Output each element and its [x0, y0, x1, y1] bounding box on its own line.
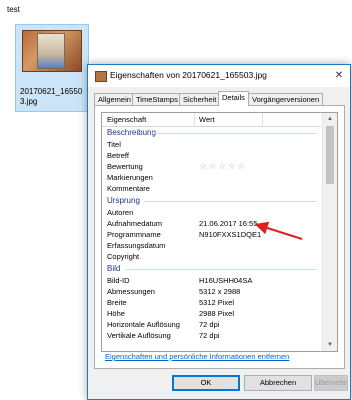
close-icon: ✕	[334, 70, 344, 81]
row-bewertung[interactable]: Bewertung ☆☆☆☆☆	[102, 161, 321, 172]
row-bild-id[interactable]: Bild-ID H16USHH04SA	[102, 275, 321, 286]
dialog-titlebar[interactable]: Eigenschaften von 20170621_165503.jpg ✕	[88, 65, 350, 87]
properties-list[interactable]: Eigenschaft Wert Beschreibung Titel Betr…	[101, 112, 338, 352]
details-panel: Eigenschaft Wert Beschreibung Titel Betr…	[94, 105, 345, 369]
row-vertikale-aufloesung[interactable]: Vertikale Auflösung 72 dpi	[102, 330, 321, 341]
cancel-button[interactable]: Abbrechen	[244, 375, 312, 391]
row-aufnahmedatum[interactable]: Aufnahmedatum 21.06.2017 16:55	[102, 218, 321, 229]
row-erfassungsdatum[interactable]: Erfassungsdatum	[102, 240, 321, 251]
row-kommentare[interactable]: Kommentare	[102, 183, 321, 194]
scroll-up-icon[interactable]: ▲	[323, 113, 337, 125]
row-betreff[interactable]: Betreff	[102, 150, 321, 161]
column-header-property[interactable]: Eigenschaft	[107, 115, 146, 124]
row-breite[interactable]: Breite 5312 Pixel	[102, 297, 321, 308]
close-button[interactable]: ✕	[332, 69, 346, 83]
row-horizontale-aufloesung[interactable]: Horizontale Auflösung 72 dpi	[102, 319, 321, 330]
tab-vorgaengerversionen[interactable]: Vorgängerversionen	[248, 93, 324, 105]
section-beschreibung: Beschreibung	[102, 127, 321, 138]
scrollbar-thumb[interactable]	[326, 126, 334, 184]
remove-properties-link[interactable]: Eigenschaften und persönliche Informatio…	[105, 352, 289, 361]
row-abmessungen[interactable]: Abmessungen 5312 x 2988	[102, 286, 321, 297]
row-programmname[interactable]: Programmname N910FXXS1DQE1	[102, 229, 321, 240]
vertical-scrollbar[interactable]: ▲ ▼	[322, 113, 337, 351]
image-file-icon	[95, 71, 107, 82]
properties-dialog: Eigenschaften von 20170621_165503.jpg ✕ …	[87, 64, 351, 400]
scroll-down-icon[interactable]: ▼	[323, 339, 337, 351]
row-autoren[interactable]: Autoren	[102, 207, 321, 218]
folder-label: test	[7, 5, 20, 14]
section-ursprung: Ursprung	[102, 195, 321, 206]
row-markierungen[interactable]: Markierungen	[102, 172, 321, 183]
column-header-value[interactable]: Wert	[199, 115, 215, 124]
ok-button[interactable]: OK	[172, 375, 240, 391]
list-header: Eigenschaft Wert	[102, 113, 321, 127]
rating-stars: ☆☆☆☆☆	[199, 161, 247, 171]
tab-sicherheit[interactable]: Sicherheit	[179, 93, 221, 105]
row-copyright[interactable]: Copyright	[102, 251, 321, 262]
dialog-title: Eigenschaften von 20170621_165503.jpg	[110, 70, 267, 80]
file-tile[interactable]: 20170621_165503.jpg	[15, 24, 89, 112]
file-caption: 20170621_165503.jpg	[20, 87, 83, 106]
tab-details[interactable]: Details	[218, 91, 249, 106]
tab-strip: Allgemein TimeStamps Sicherheit Details …	[94, 91, 344, 106]
image-thumbnail	[22, 30, 82, 72]
section-bild: Bild	[102, 263, 321, 274]
tab-allgemein[interactable]: Allgemein	[94, 93, 135, 105]
tab-timestamps[interactable]: TimeStamps	[132, 93, 182, 105]
row-titel[interactable]: Titel	[102, 139, 321, 150]
row-hoehe[interactable]: Höhe 2988 Pixel	[102, 308, 321, 319]
apply-button: Übernehmen	[314, 375, 348, 391]
